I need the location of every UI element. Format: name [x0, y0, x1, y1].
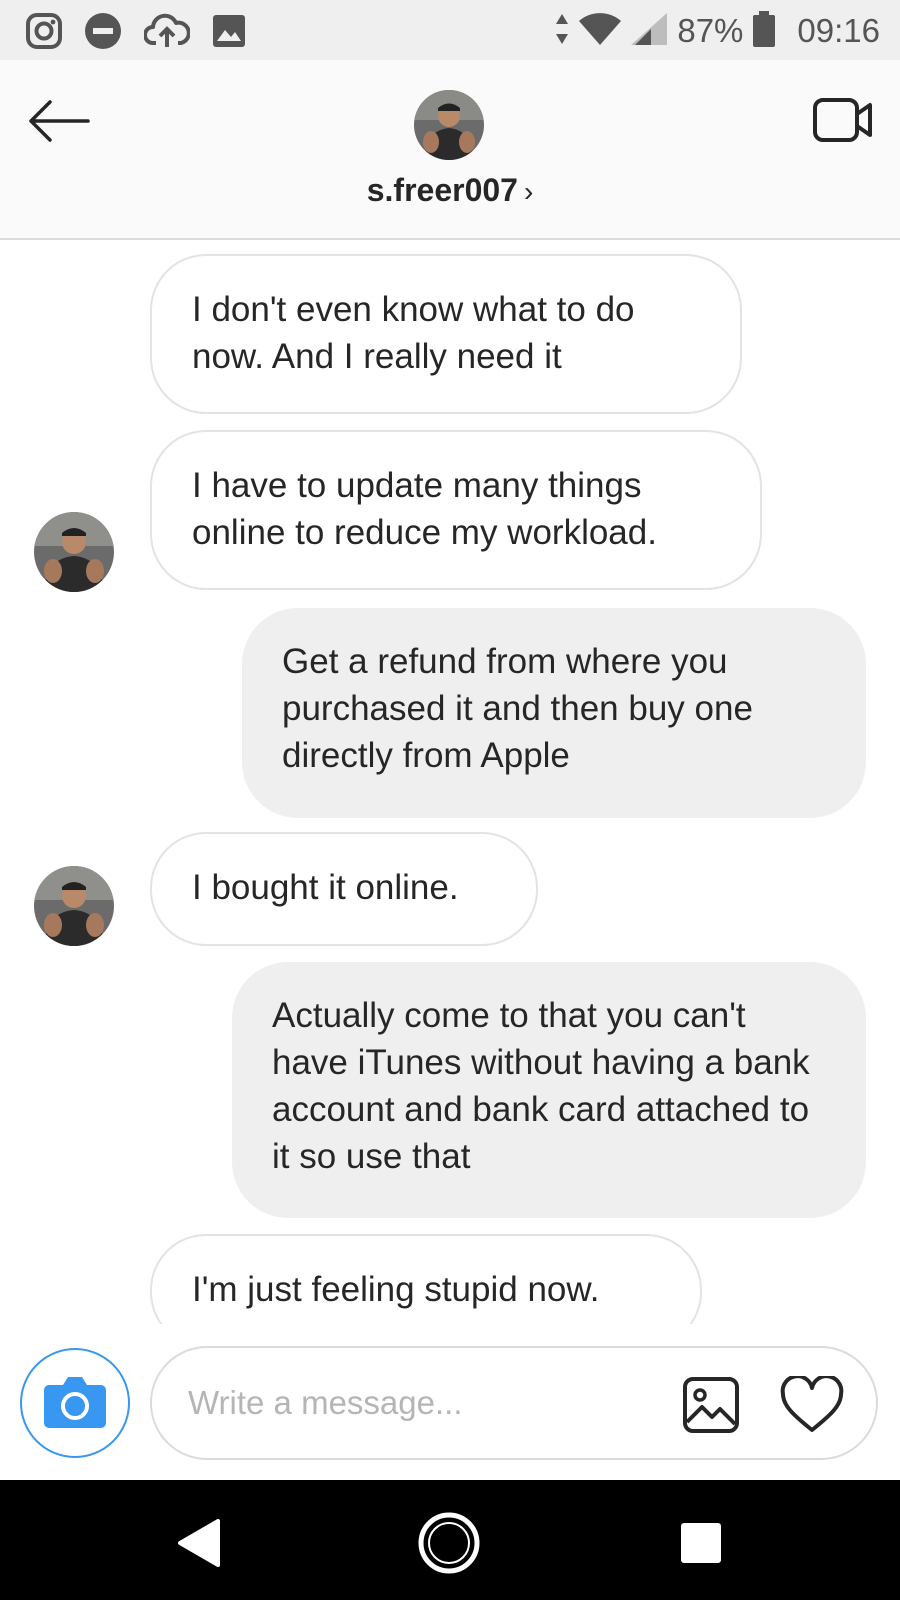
- status-right: 87% 09:16: [555, 8, 880, 54]
- message-incoming: I have to update many things online to r…: [150, 430, 762, 590]
- video-call-icon: [812, 98, 874, 150]
- image-icon: [212, 14, 246, 48]
- nav-recents-button[interactable]: [666, 1508, 736, 1578]
- message-incoming: I bought it online.: [150, 832, 538, 946]
- back-button[interactable]: [26, 98, 92, 144]
- do-not-disturb-icon: [84, 12, 122, 50]
- cloud-upload-icon: [144, 13, 190, 49]
- gallery-icon: [682, 1377, 740, 1438]
- nav-back-button[interactable]: [166, 1508, 236, 1578]
- battery-percent: 87%: [677, 12, 744, 49]
- message-incoming: I'm just feeling stupid now.: [150, 1234, 702, 1324]
- status-left-icons: [26, 12, 246, 50]
- message-text: I don't even know what to do now. And I …: [192, 290, 635, 376]
- avatar[interactable]: [34, 866, 114, 946]
- message-text: Actually come to that you can't have iTu…: [272, 996, 810, 1176]
- message-incoming: I don't even know what to do now. And I …: [150, 254, 742, 414]
- gallery-button[interactable]: [682, 1376, 740, 1434]
- message-text: Get a refund from where you purchased it…: [282, 642, 753, 775]
- camera-button[interactable]: [20, 1348, 130, 1458]
- video-call-button[interactable]: [812, 94, 874, 146]
- instagram-icon: [26, 13, 62, 49]
- message-text: I'm just feeling stupid now.: [192, 1270, 600, 1309]
- chevron-right-icon: ›: [523, 176, 534, 207]
- message-outgoing: Actually come to that you can't have iTu…: [232, 962, 866, 1218]
- message-text: I bought it online.: [192, 868, 459, 907]
- message-thread[interactable]: I don't even know what to do now. And I …: [0, 242, 900, 1324]
- clock: 09:16: [797, 12, 880, 49]
- message-input[interactable]: [188, 1378, 648, 1428]
- wifi-icon: [579, 12, 622, 50]
- username-link[interactable]: s.freer007 ›: [0, 172, 900, 209]
- nav-back-icon: [166, 1519, 236, 1582]
- message-outgoing: Get a refund from where you purchased it…: [242, 608, 866, 818]
- header-avatar[interactable]: [414, 90, 484, 160]
- conversation-header: s.freer007 ›: [0, 60, 900, 240]
- message-text: I have to update many things online to r…: [192, 466, 657, 552]
- cellular-signal-icon: [631, 12, 668, 50]
- nav-home-button[interactable]: [414, 1508, 484, 1578]
- heart-icon: [780, 1374, 844, 1438]
- message-field: [150, 1346, 878, 1460]
- back-arrow-icon: [26, 100, 92, 148]
- nav-recents-icon: [666, 1523, 736, 1582]
- like-button[interactable]: [780, 1374, 844, 1434]
- nav-home-icon: [414, 1512, 484, 1582]
- avatar[interactable]: [34, 512, 114, 592]
- message-composer: [0, 1324, 900, 1480]
- system-nav-bar: [0, 1480, 900, 1600]
- data-arrows-icon: [555, 13, 569, 49]
- username: s.freer007: [366, 172, 518, 208]
- camera-icon: [43, 1373, 107, 1434]
- battery-icon: [753, 10, 776, 52]
- status-bar: 87% 09:16: [0, 0, 900, 60]
